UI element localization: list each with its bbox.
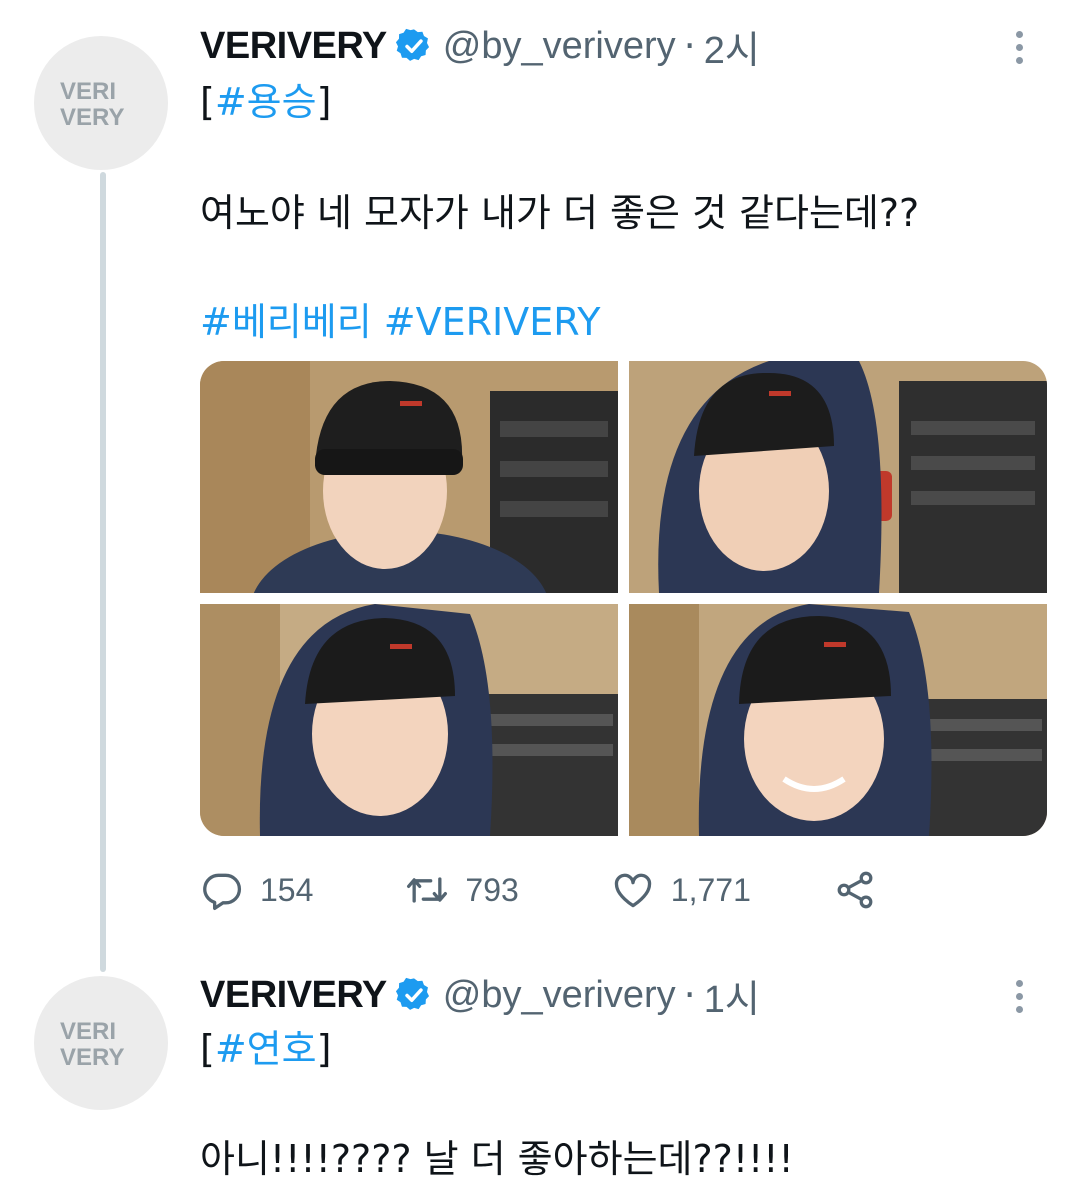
photo-4[interactable] — [629, 604, 1047, 836]
hashtag-link[interactable]: #VERIVERY — [384, 300, 601, 344]
media-grid[interactable] — [200, 361, 1047, 836]
tweet-actions: 154 793 1,771 — [200, 862, 893, 918]
retweet-button[interactable]: 793 — [405, 868, 519, 912]
svg-text:VERY: VERY — [60, 1044, 124, 1071]
tag-line: [#연호] — [200, 1027, 332, 1071]
display-name[interactable]: VERIVERY — [200, 974, 387, 1017]
photo-3[interactable] — [200, 604, 618, 836]
reply-count: 154 — [260, 871, 314, 908]
reply-button[interactable]: 154 — [200, 868, 313, 912]
separator: · — [683, 973, 696, 1017]
hashtag-link[interactable]: #베리베리 — [200, 300, 372, 344]
like-count: 1,771 — [670, 871, 751, 908]
share-button[interactable] — [833, 868, 893, 912]
avatar[interactable]: VERI VERY — [34, 36, 168, 170]
separator: · — [683, 24, 696, 68]
hashtag-link[interactable]: #용승 — [215, 80, 317, 124]
hashtag-line: #베리베리 #VERIVERY — [200, 297, 1039, 347]
more-icon[interactable] — [999, 976, 1039, 1016]
handle[interactable]: @by_verivery — [443, 974, 676, 1017]
tweet-body: 여노야 네 모자가 내가 더 좋은 것 같다는데?? — [200, 191, 920, 235]
more-icon[interactable] — [999, 27, 1039, 67]
tweet-header: VERIVERY @by_verivery · 1시 — [200, 968, 1039, 1023]
handle[interactable]: @by_verivery — [443, 25, 676, 68]
svg-text:VERY: VERY — [60, 104, 124, 131]
svg-text:VERI: VERI — [60, 78, 116, 105]
like-icon — [614, 873, 651, 908]
retweet-icon — [407, 877, 448, 903]
verified-badge-icon — [395, 977, 429, 1010]
thread-connector — [100, 172, 106, 972]
share-icon — [837, 871, 873, 909]
reply-icon — [203, 873, 242, 910]
tweet-header: VERIVERY @by_verivery · 2시 — [200, 19, 1039, 74]
timestamp[interactable]: 2시 — [704, 19, 760, 74]
tweet-body: 아니!!!!???? 날 더 좋아하는데??!!!! — [200, 1137, 794, 1181]
svg-text:VERI: VERI — [60, 1018, 116, 1045]
photo-1[interactable] — [200, 361, 618, 593]
photo-2[interactable] — [629, 361, 1047, 593]
display-name[interactable]: VERIVERY — [200, 25, 387, 68]
timestamp[interactable]: 1시 — [704, 968, 760, 1023]
avatar[interactable]: VERI VERY — [34, 976, 168, 1110]
tag-line: [#용승] — [200, 80, 332, 124]
retweet-count: 793 — [465, 871, 519, 908]
verified-badge-icon — [395, 28, 429, 61]
verivery-logo: VERI VERY — [60, 78, 124, 131]
verivery-logo: VERI VERY — [60, 1018, 124, 1071]
hashtag-link[interactable]: #연호 — [215, 1027, 317, 1071]
like-button[interactable]: 1,771 — [611, 868, 751, 912]
